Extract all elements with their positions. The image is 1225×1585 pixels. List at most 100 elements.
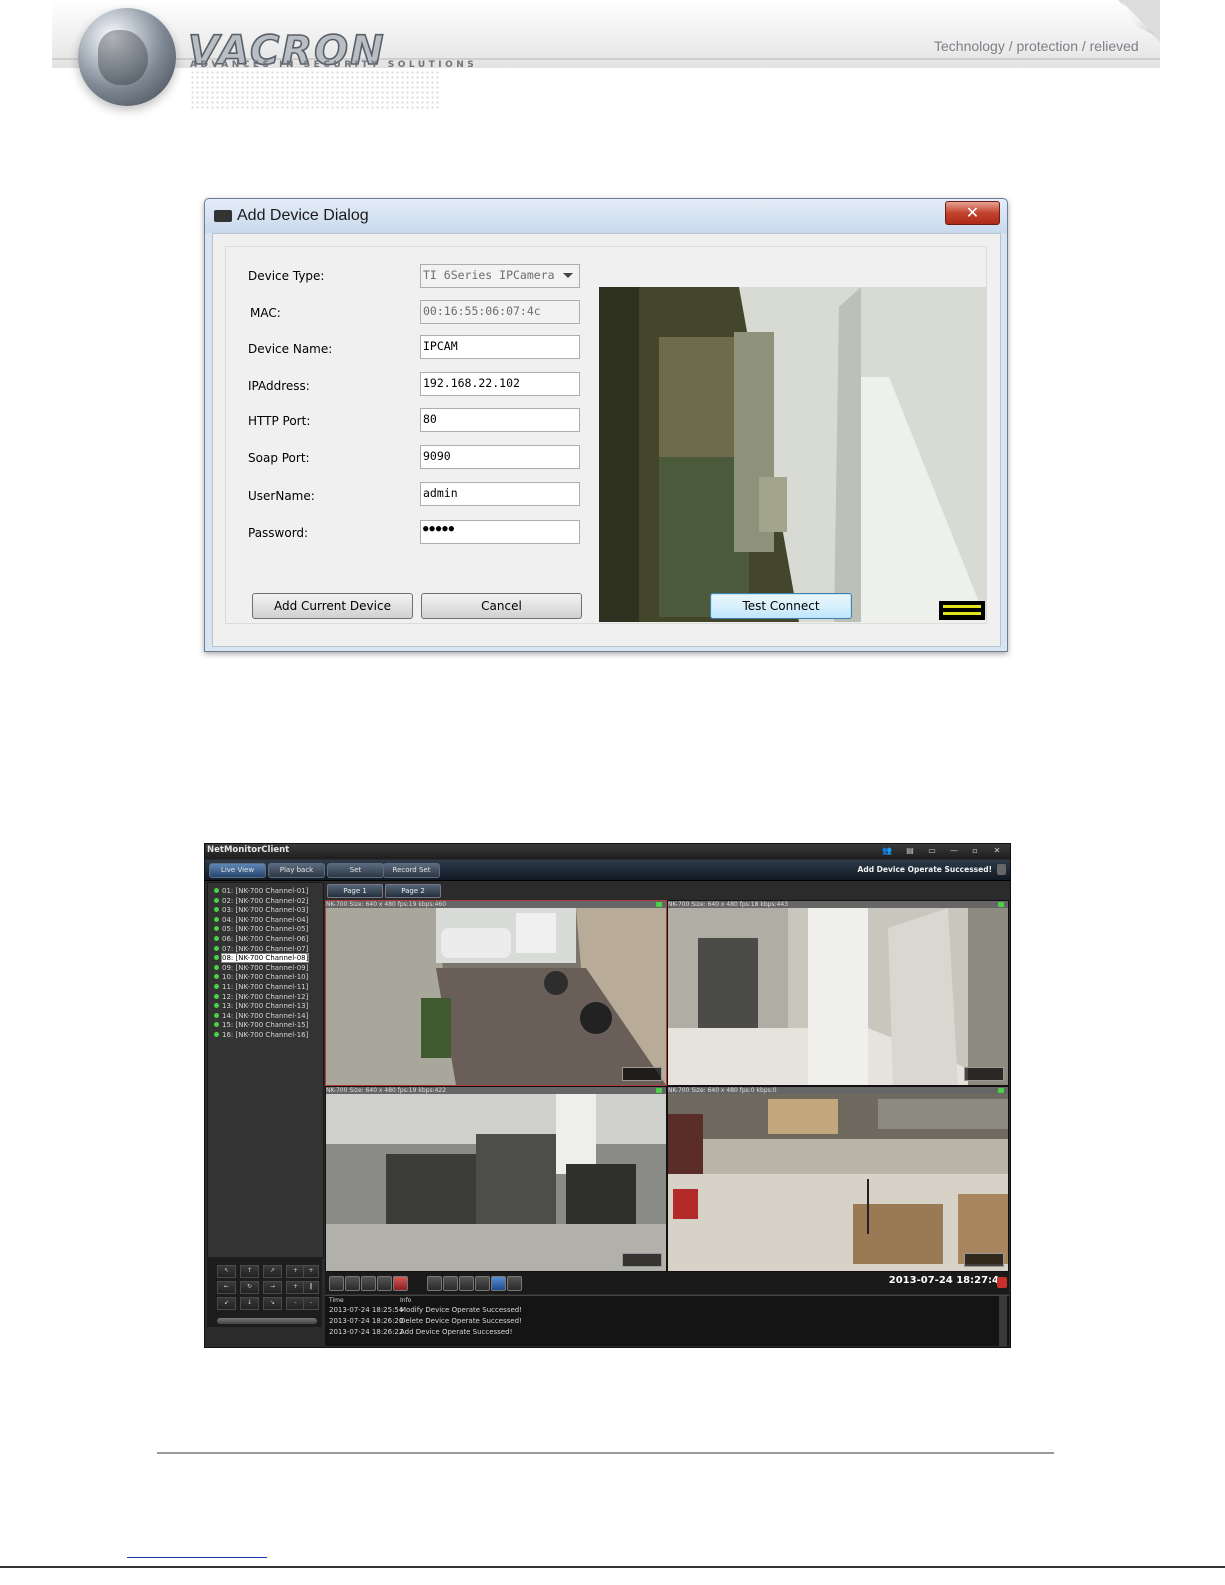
online-icon <box>214 955 219 961</box>
camera-preview <box>599 287 987 622</box>
list-item[interactable]: 12: [NK-700 Channel-12] <box>214 993 308 1001</box>
list-item[interactable]: 05: [NK-700 Channel-05] <box>214 925 308 933</box>
camera-view-4[interactable]: NK-700 Size: 640 x 480 fps:0 kbps:0 <box>667 1086 1009 1272</box>
screen-icon[interactable]: ▭ <box>925 846 939 856</box>
list-item[interactable]: 14: [NK-700 Channel-14] <box>214 1012 308 1020</box>
online-icon <box>214 916 219 922</box>
camera-feed-warehouse <box>668 1094 1008 1271</box>
device-name-label: Device Name: <box>248 342 333 356</box>
minimize-icon[interactable]: — <box>947 846 961 856</box>
dropdown-arrow-icon[interactable] <box>997 1277 1007 1288</box>
log-row-info: Add Device Operate Successed! <box>400 1328 513 1336</box>
tab-set[interactable]: Set <box>327 863 384 878</box>
device-name-field[interactable]: IPCAM <box>420 335 580 359</box>
audio-icon[interactable] <box>459 1276 474 1291</box>
list-item[interactable]: 06: [NK-700 Channel-06] <box>214 935 308 943</box>
tab-live-view[interactable]: Live View <box>209 863 266 878</box>
tab-page-2[interactable]: Page 2 <box>385 884 441 898</box>
clock-display: 2013-07-24 18:27:4 <box>888 1275 999 1286</box>
users-icon[interactable]: 👥 <box>880 846 894 856</box>
soap-port-field[interactable]: 9090 <box>420 445 580 469</box>
ptz-down-button[interactable]: ↓ <box>240 1297 259 1310</box>
camera-caption: NK-700 Size: 640 x 480 fps:19 kbps:422 <box>326 1087 447 1094</box>
http-port-field[interactable]: 80 <box>420 408 580 432</box>
log-header-info: Info <box>400 1297 412 1304</box>
online-icon <box>214 945 219 951</box>
ptz-up-right-button[interactable]: ↗ <box>263 1265 282 1278</box>
layout-1-icon[interactable] <box>329 1276 344 1291</box>
ptz-up-left-button[interactable]: ↖ <box>217 1265 236 1278</box>
event-log: Time Info 2013-07-24 18:25:54 Modify Dev… <box>325 1295 1009 1346</box>
ptz-speed-slider[interactable] <box>217 1318 317 1324</box>
client-titlebar[interactable]: NetMonitorClient 👥 ▤ ▭ — ▫ ✕ <box>205 844 1010 859</box>
ptz-down-left-button[interactable]: ↙ <box>217 1297 236 1310</box>
list-item[interactable]: 02: [NK-700 Channel-02] <box>214 897 308 905</box>
dialog-title: Add Device Dialog <box>237 207 369 224</box>
record-icon[interactable] <box>393 1276 408 1291</box>
list-item[interactable]: 01: [NK-700 Channel-01] <box>214 887 308 895</box>
camera-view-1[interactable]: NK-700 Size: 640 x 480 fps:19 kbps:460 <box>325 900 667 1086</box>
stop-all-icon[interactable] <box>443 1276 458 1291</box>
status-scroll-icon[interactable] <box>997 864 1006 875</box>
camera-view-3[interactable]: NK-700 Size: 640 x 480 fps:19 kbps:422 <box>325 1086 667 1272</box>
cancel-button[interactable]: Cancel <box>421 593 582 619</box>
camera-ok-icon <box>998 1088 1004 1093</box>
maximize-icon[interactable]: ▫ <box>968 846 982 856</box>
list-item[interactable]: 16: [NK-700 Channel-16] <box>214 1031 308 1039</box>
channel-list: 01: [NK-700 Channel-01] 02: [NK-700 Chan… <box>207 882 324 1258</box>
ip-address-field[interactable]: 192.168.22.102 <box>420 372 580 396</box>
camera-feed-lobby <box>668 908 1008 1085</box>
footer-rule <box>157 1452 1054 1454</box>
tab-page-1[interactable]: Page 1 <box>327 884 383 898</box>
footer-link-underline[interactable] <box>127 1557 267 1558</box>
layout-9-icon[interactable] <box>361 1276 376 1291</box>
ptz-auto-button[interactable]: ↻ <box>240 1281 259 1294</box>
test-connect-button[interactable]: Test Connect <box>710 593 852 619</box>
list-icon[interactable]: ▤ <box>903 846 917 856</box>
log-row-info: Modify Device Operate Successed! <box>400 1306 523 1314</box>
list-item[interactable]: 03: [NK-700 Channel-03] <box>214 906 308 914</box>
close-button[interactable]: ✕ <box>945 201 1000 225</box>
camera-view-2[interactable]: NK-700 Size: 640 x 480 fps:18 kbps:443 <box>667 900 1009 1086</box>
ptz-left-button[interactable]: ← <box>217 1281 236 1294</box>
talk-icon[interactable] <box>475 1276 490 1291</box>
ptz-down-right-button[interactable]: ↘ <box>263 1297 282 1310</box>
hallway-preview-image <box>599 287 987 622</box>
close-icon[interactable]: ✕ <box>990 846 1004 856</box>
list-item[interactable]: 10: [NK-700 Channel-10] <box>214 973 308 981</box>
ip-address-label: IPAddress: <box>248 379 310 393</box>
password-label: Password: <box>248 526 309 540</box>
list-item[interactable]: 09: [NK-700 Channel-09] <box>214 964 308 972</box>
layout-4-icon[interactable] <box>345 1276 360 1291</box>
ptz-up-button[interactable]: ↑ <box>240 1265 259 1278</box>
settings-icon[interactable] <box>507 1276 522 1291</box>
online-icon <box>214 926 219 932</box>
dialog-body: Device Type: MAC: Device Name: IPAddress… <box>212 233 1001 647</box>
tab-play-back[interactable]: Play back <box>268 863 325 878</box>
add-current-device-button[interactable]: Add Current Device <box>252 593 413 619</box>
list-item[interactable]: 11: [NK-700 Channel-11] <box>214 983 308 991</box>
username-field[interactable]: admin <box>420 482 580 506</box>
tab-record-set[interactable]: Record Set <box>383 863 440 878</box>
camera-feed-street <box>326 908 666 1085</box>
dialog-titlebar[interactable]: Add Device Dialog ✕ <box>205 199 1007 233</box>
globe-landmass <box>98 30 148 85</box>
device-type-select[interactable]: TI 6Series IPCamera <box>420 264 580 288</box>
layout-16-icon[interactable] <box>377 1276 392 1291</box>
list-item[interactable]: 15: [NK-700 Channel-15] <box>214 1021 308 1029</box>
pause-button[interactable]: ‖ <box>303 1281 319 1294</box>
list-item[interactable]: 04: [NK-700 Channel-04] <box>214 916 308 924</box>
password-field[interactable]: ●●●●● <box>420 520 580 544</box>
focus-out-button[interactable]: - <box>303 1297 319 1310</box>
list-item[interactable]: 13: [NK-700 Channel-13] <box>214 1002 308 1010</box>
focus-in-button[interactable]: + <box>303 1265 319 1278</box>
log-scrollbar[interactable] <box>999 1296 1007 1346</box>
fullscreen-icon[interactable] <box>491 1276 506 1291</box>
add-device-dialog: Add Device Dialog ✕ Device Type: MAC: De… <box>204 198 1008 652</box>
list-item[interactable]: 07: [NK-700 Channel-07] <box>214 945 308 953</box>
snapshot-icon[interactable] <box>427 1276 442 1291</box>
list-item-selected[interactable]: 08: [NK-700 Channel-08] <box>214 953 310 964</box>
ptz-right-button[interactable]: → <box>263 1281 282 1294</box>
page-bottom-rule <box>0 1566 1225 1568</box>
brand-subtitle: ADVANCES IN SECURITY SOLUTIONS <box>190 60 478 70</box>
